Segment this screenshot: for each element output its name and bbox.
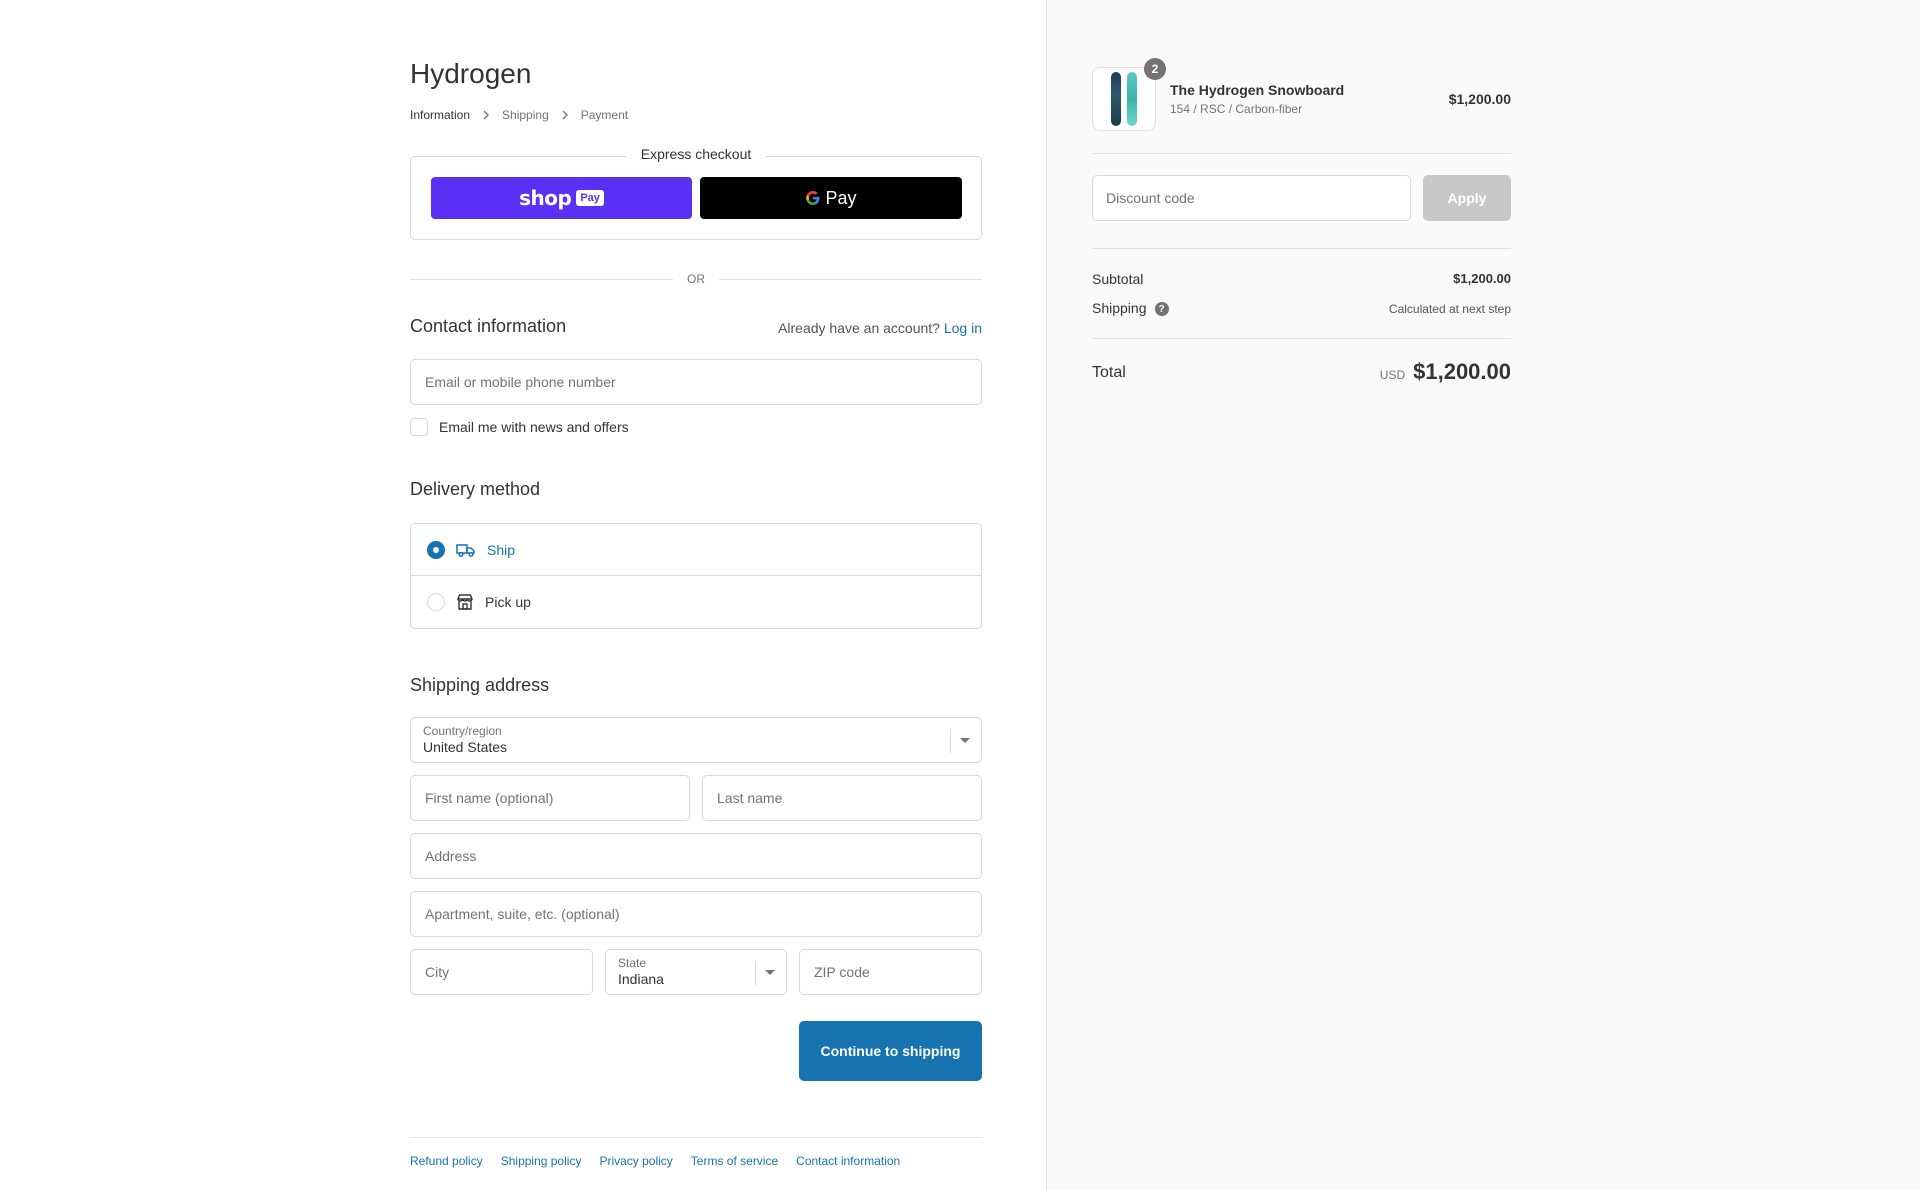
- first-name-input[interactable]: [423, 776, 677, 820]
- subtotal-value: $1,200.00: [1453, 271, 1511, 286]
- apply-discount-button[interactable]: Apply: [1423, 175, 1511, 221]
- or-divider: OR: [410, 271, 982, 287]
- discount-code-field[interactable]: [1092, 175, 1411, 221]
- delivery-method-group: Ship Pick up: [410, 523, 982, 629]
- newsletter-label: Email me with news and offers: [439, 419, 629, 435]
- chevron-right-icon: [562, 110, 568, 120]
- privacy-policy-link[interactable]: Privacy policy: [599, 1154, 672, 1168]
- country-select-label: Country/region: [423, 724, 502, 738]
- country-select[interactable]: Country/region United States: [410, 717, 982, 763]
- google-pay-label: Pay: [825, 187, 857, 208]
- product-variant: 154 / RSC / Carbon-fiber: [1170, 102, 1303, 116]
- apartment-field[interactable]: [410, 891, 982, 937]
- total-label: Total: [1092, 364, 1126, 381]
- shipping-row: Shipping?: [1092, 300, 1169, 317]
- contact-information-link[interactable]: Contact information: [796, 1154, 900, 1168]
- store-icon: [457, 594, 473, 610]
- refund-policy-link[interactable]: Refund policy: [410, 1154, 483, 1168]
- city-field[interactable]: [410, 949, 593, 995]
- order-summary-pane: 2 The Hydrogen Snowboard 154 / RSC / Car…: [1047, 0, 1920, 1190]
- breadcrumb-shipping: Shipping: [502, 108, 549, 122]
- terms-of-service-link[interactable]: Terms of service: [691, 1154, 778, 1168]
- or-label: OR: [687, 272, 705, 286]
- pickup-radio[interactable]: [427, 593, 445, 611]
- product-price: $1,200.00: [1448, 91, 1511, 107]
- last-name-field[interactable]: [702, 775, 982, 821]
- state-select-label: State: [618, 956, 647, 970]
- ship-radio[interactable]: [427, 540, 445, 559]
- delivery-option-ship[interactable]: Ship: [411, 524, 981, 576]
- chevron-down-icon: [765, 970, 775, 975]
- truck-icon: [456, 543, 475, 557]
- delivery-method-title: Delivery method: [410, 479, 541, 499]
- breadcrumb: Information Shipping Payment: [410, 108, 628, 122]
- last-name-input[interactable]: [715, 776, 969, 820]
- email-field[interactable]: [410, 359, 982, 405]
- shop-pay-button[interactable]: shop Pay: [431, 177, 692, 219]
- ship-label: Ship: [487, 541, 516, 558]
- shipping-value: Calculated at next step: [1388, 302, 1511, 316]
- shop-pay-logo: shop: [519, 186, 572, 210]
- express-checkout-legend: Express checkout: [410, 146, 982, 162]
- chevron-right-icon: [483, 110, 489, 120]
- zip-input[interactable]: [812, 950, 969, 994]
- currency-code: USD: [1379, 368, 1406, 382]
- newsletter-checkbox[interactable]: [410, 418, 428, 436]
- checkout-main-pane: Hydrogen Information Shipping Payment Ex…: [0, 0, 1047, 1190]
- summary-divider: [1092, 153, 1511, 154]
- address-field[interactable]: [410, 833, 982, 879]
- state-select-value: Indiana: [618, 971, 664, 987]
- email-input[interactable]: [423, 360, 969, 404]
- footer-policy-links: Refund policy Shipping policy Privacy po…: [410, 1137, 982, 1168]
- store-name[interactable]: Hydrogen: [410, 58, 531, 90]
- contact-information-title: Contact information: [410, 316, 567, 336]
- account-prompt: Already have an account? Log in: [778, 320, 982, 336]
- delivery-option-pickup[interactable]: Pick up: [411, 576, 981, 628]
- summary-divider: [1092, 248, 1511, 249]
- shipping-policy-link[interactable]: Shipping policy: [501, 1154, 582, 1168]
- total-amount: $1,200.00: [1413, 359, 1511, 384]
- apartment-input[interactable]: [423, 892, 969, 936]
- zip-field[interactable]: [799, 949, 982, 995]
- state-select[interactable]: State Indiana: [605, 949, 787, 995]
- discount-code-input[interactable]: [1104, 189, 1399, 207]
- quantity-badge: 2: [1144, 58, 1166, 80]
- chevron-down-icon: [960, 738, 970, 743]
- summary-divider: [1092, 338, 1511, 339]
- shop-pay-pill: Pay: [576, 190, 604, 206]
- first-name-field[interactable]: [410, 775, 690, 821]
- city-input[interactable]: [423, 950, 580, 994]
- pickup-label: Pick up: [485, 594, 531, 610]
- subtotal-label: Subtotal: [1092, 271, 1144, 287]
- shipping-address-title: Shipping address: [410, 675, 550, 695]
- breadcrumb-payment: Payment: [580, 108, 629, 122]
- address-input[interactable]: [423, 834, 969, 878]
- google-pay-button[interactable]: Pay: [700, 177, 962, 219]
- product-name: The Hydrogen Snowboard: [1170, 82, 1345, 98]
- shipping-label: Shipping: [1092, 300, 1147, 316]
- help-icon[interactable]: ?: [1154, 302, 1169, 317]
- breadcrumb-information[interactable]: Information: [410, 108, 470, 122]
- newsletter-checkbox-row[interactable]: Email me with news and offers: [410, 418, 629, 436]
- google-g-icon: [806, 191, 820, 205]
- log-in-link[interactable]: Log in: [944, 320, 982, 336]
- total-value-row: USD $1,200.00: [1380, 359, 1511, 385]
- continue-to-shipping-button[interactable]: Continue to shipping: [799, 1021, 982, 1081]
- country-select-value: United States: [423, 739, 508, 755]
